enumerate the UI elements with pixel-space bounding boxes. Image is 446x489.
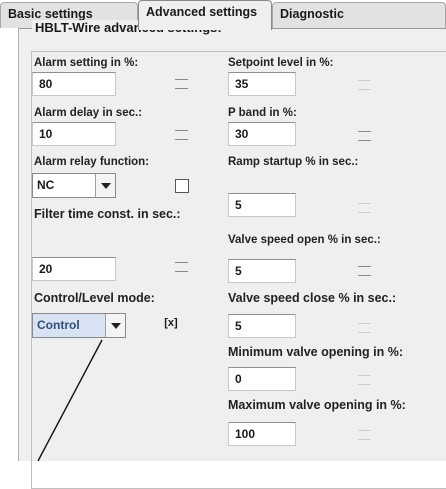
callout-line	[37, 339, 103, 461]
tab-advanced-settings[interactable]: Advanced settings	[138, 0, 272, 30]
